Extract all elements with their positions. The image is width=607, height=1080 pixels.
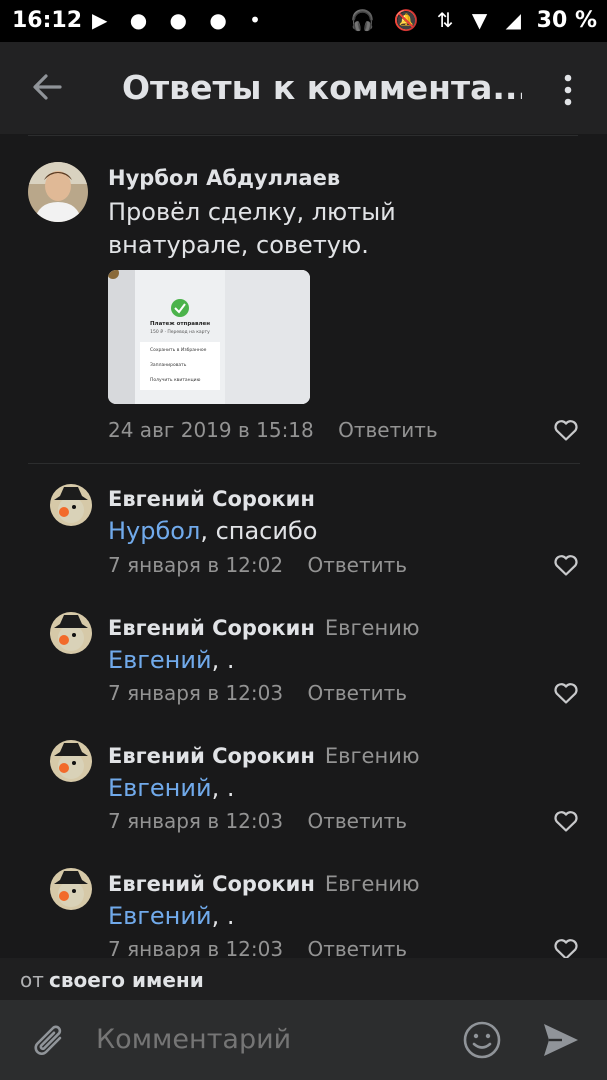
post-as-prefix: от: [20, 968, 44, 992]
heart-outline-icon[interactable]: [553, 937, 579, 958]
comment-body: , .: [211, 902, 235, 930]
mention-link[interactable]: Евгений: [108, 902, 212, 930]
avatar[interactable]: [50, 868, 92, 910]
reply-comment: Евгений Сорокин Евгению Евгений, . 7 янва…: [0, 0, 607, 958]
reply-to-name[interactable]: Евгению: [325, 872, 420, 896]
comment-meta: 7 января в 12:03 Ответить: [108, 937, 407, 958]
comment-date: 7 января в 12:03: [108, 937, 284, 958]
comment-composer: [0, 1000, 607, 1080]
comment-input[interactable]: [96, 1024, 436, 1055]
post-as-selector[interactable]: от своего имени: [0, 958, 607, 1000]
reply-button[interactable]: Ответить: [307, 937, 407, 958]
comment-author: Евгений Сорокин Евгению: [108, 872, 420, 896]
paperclip-icon[interactable]: [30, 1020, 70, 1062]
smile-icon[interactable]: [462, 1020, 502, 1060]
post-as-identity: своего имени: [49, 968, 204, 992]
comment-text: Евгений, .: [108, 900, 234, 933]
author-name[interactable]: Евгений Сорокин: [108, 872, 315, 896]
send-icon[interactable]: [540, 1020, 582, 1060]
